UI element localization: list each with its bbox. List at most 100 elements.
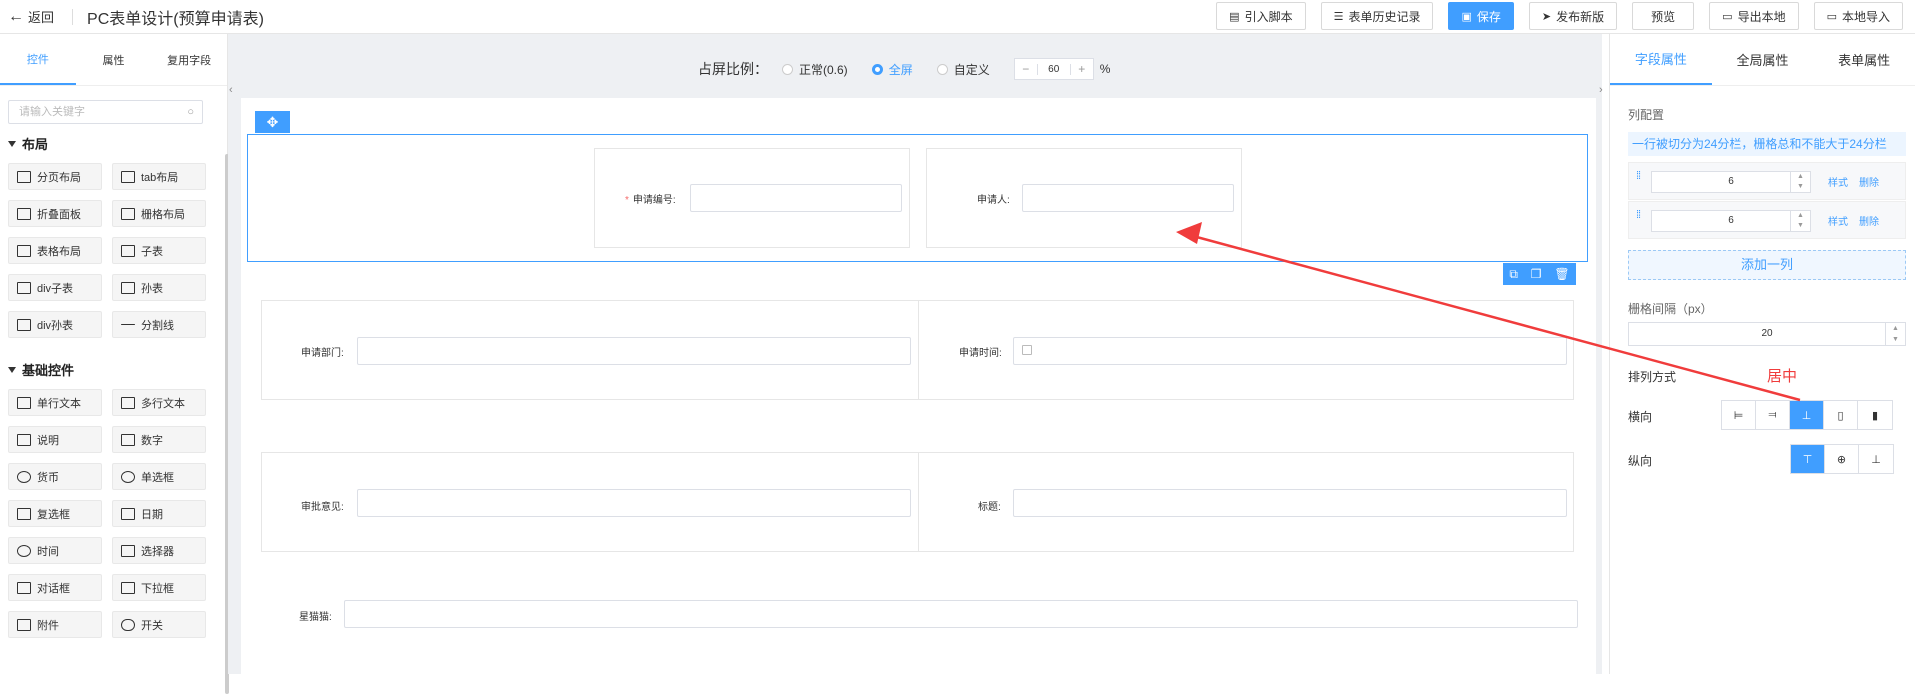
button-label: 引入脚本 [1244,9,1293,24]
selected-grid-row[interactable]: * 申请编号: 申请人: [247,134,1588,262]
control-item[interactable]: 分页布局 [8,163,102,190]
control-item[interactable]: 日期 [112,500,206,527]
control-item[interactable]: div子表 [8,274,102,301]
control-item[interactable]: 复选框 [8,500,102,527]
grid-column[interactable]: * 申请编号: [594,148,910,248]
stepper-arrows-icon[interactable]: ▲ ▼ [1790,211,1810,231]
control-item[interactable]: 说明 [8,426,102,453]
style-link[interactable]: 样式 [1828,174,1848,189]
style-link[interactable]: 样式 [1828,213,1848,228]
control-label: 表格布局 [37,245,81,258]
ratio-option-normal[interactable]: 正常(0.6) [782,61,848,78]
tab-reuse-fields[interactable]: 复用字段 [151,34,227,85]
form-row[interactable]: 审批意见: 标题: [261,452,1574,552]
ratio-option-custom[interactable]: 自定义 [936,61,990,78]
annotation-label: 居中 [1767,368,1798,385]
switch-icon [121,618,135,631]
apply-no-input[interactable] [690,184,902,212]
table-icon [17,318,31,331]
button-label: 本地导入 [1841,9,1890,24]
control-item[interactable]: 下拉框 [112,574,206,601]
import-local-button[interactable]: ▭ 本地导入 [1813,2,1903,30]
form-row[interactable]: 申请部门: 申请时间: [261,300,1574,400]
delete-link[interactable]: 删除 [1859,174,1879,189]
tab-properties[interactable]: 属性 [76,34,152,85]
control-label: 开关 [141,619,163,632]
tab-controls[interactable]: 控件 [0,34,76,85]
control-item[interactable]: 孙表 [112,274,206,301]
ratio-option-full[interactable]: 全屏 [871,61,913,78]
control-item[interactable]: 表格布局 [8,237,102,264]
space-around-icon[interactable]: ▮ [1858,401,1892,429]
arrow-left-icon: ← [8,7,24,25]
grid-column[interactable]: 申请人: [926,148,1242,248]
align-top-icon[interactable]: ⊤ [1791,445,1825,473]
save-button[interactable]: ▣ 保存 [1448,2,1514,30]
control-item[interactable]: 单行文本 [8,389,102,416]
folder-icon: ▭ [1722,10,1733,23]
export-button[interactable]: ▭ 导出本地 [1709,2,1799,30]
preview-button[interactable]: 预览 [1632,2,1695,30]
control-item[interactable]: 单选框 [112,463,206,490]
stepper-arrows-icon[interactable]: ▲ ▼ [1885,323,1905,345]
group-basic-controls[interactable]: 基础控件 [8,360,227,379]
control-item[interactable]: 子表 [112,237,206,264]
search-input[interactable]: 请输入关键字 ○ [8,100,203,124]
tab-field-properties[interactable]: 字段属性 [1610,34,1712,85]
dept-input[interactable] [357,337,911,365]
clock-icon [17,544,31,557]
ratio-stepper[interactable]: −60 + [1013,58,1094,80]
column-span-input[interactable]: 6 ▲ ▼ [1651,171,1811,193]
stepper-arrows-icon[interactable]: ▲ ▼ [1790,172,1810,192]
gap-input[interactable]: 20 ▲ ▼ [1628,322,1906,346]
plus-icon[interactable]: + [1071,62,1093,76]
control-item[interactable]: 选择器 [112,537,206,564]
control-item[interactable]: 货币 [8,463,102,490]
control-item[interactable]: 开关 [112,611,206,638]
minus-icon[interactable]: − [1015,62,1037,76]
align-left-icon[interactable]: ⊨ [1722,401,1756,429]
caret-down-icon [8,366,16,373]
control-item[interactable]: 栅格布局 [112,200,206,227]
title-input[interactable] [1013,489,1567,517]
control-item[interactable]: 时间 [8,537,102,564]
tab-form-properties[interactable]: 表单属性 [1813,34,1915,85]
percent-label: % [1099,62,1111,76]
note-input[interactable] [344,600,1578,628]
span-value: 6 [1728,176,1734,187]
drag-handle-icon[interactable]: ⁞⁞ [1636,171,1644,182]
control-item[interactable]: 多行文本 [112,389,206,416]
delete-link[interactable]: 删除 [1859,213,1879,228]
history-button[interactable]: ☰ 表单历史记录 [1320,2,1434,30]
tab-global-properties[interactable]: 全局属性 [1712,34,1814,85]
space-between-icon[interactable]: ▯ [1824,401,1858,429]
chevron-right-icon[interactable]: › [1599,84,1609,100]
apply-time-input[interactable] [1013,337,1567,365]
control-item[interactable]: tab布局 [112,163,206,190]
column-span-input[interactable]: 6 ▲ ▼ [1651,210,1811,232]
publish-button[interactable]: ➤ 发布新版 [1528,2,1618,30]
control-item[interactable]: 数字 [112,426,206,453]
align-right-icon[interactable]: ⫤ [1756,401,1790,429]
copy-icon[interactable]: ⧉ [1509,267,1518,282]
ratio-value[interactable]: 60 [1036,63,1071,75]
group-layout[interactable]: 布局 [8,134,227,153]
delete-icon[interactable]: 🗑 [1554,267,1569,281]
chevron-left-icon[interactable]: ‹ [229,84,239,100]
drag-handle-icon[interactable]: ⁞⁞ [1636,210,1644,221]
control-item[interactable]: 附件 [8,611,102,638]
back-button[interactable]: ← 返回 [8,7,54,26]
control-item[interactable]: 分割线 [112,311,206,338]
move-icon[interactable]: ✥ [255,111,290,133]
control-item[interactable]: 折叠面板 [8,200,102,227]
add-column-button[interactable]: 添加一列 [1628,250,1906,280]
align-bottom-icon[interactable]: ⊥ [1859,445,1893,473]
control-item[interactable]: 对话框 [8,574,102,601]
opinion-input[interactable] [357,489,911,517]
applicant-input[interactable] [1022,184,1234,212]
align-middle-icon[interactable]: ⊕ [1825,445,1859,473]
control-item[interactable]: div孙表 [8,311,102,338]
import-script-button[interactable]: ▤ 引入脚本 [1216,2,1306,30]
align-center-icon[interactable]: ⊥ [1790,401,1824,429]
duplicate-icon[interactable]: ❐ [1531,267,1542,281]
